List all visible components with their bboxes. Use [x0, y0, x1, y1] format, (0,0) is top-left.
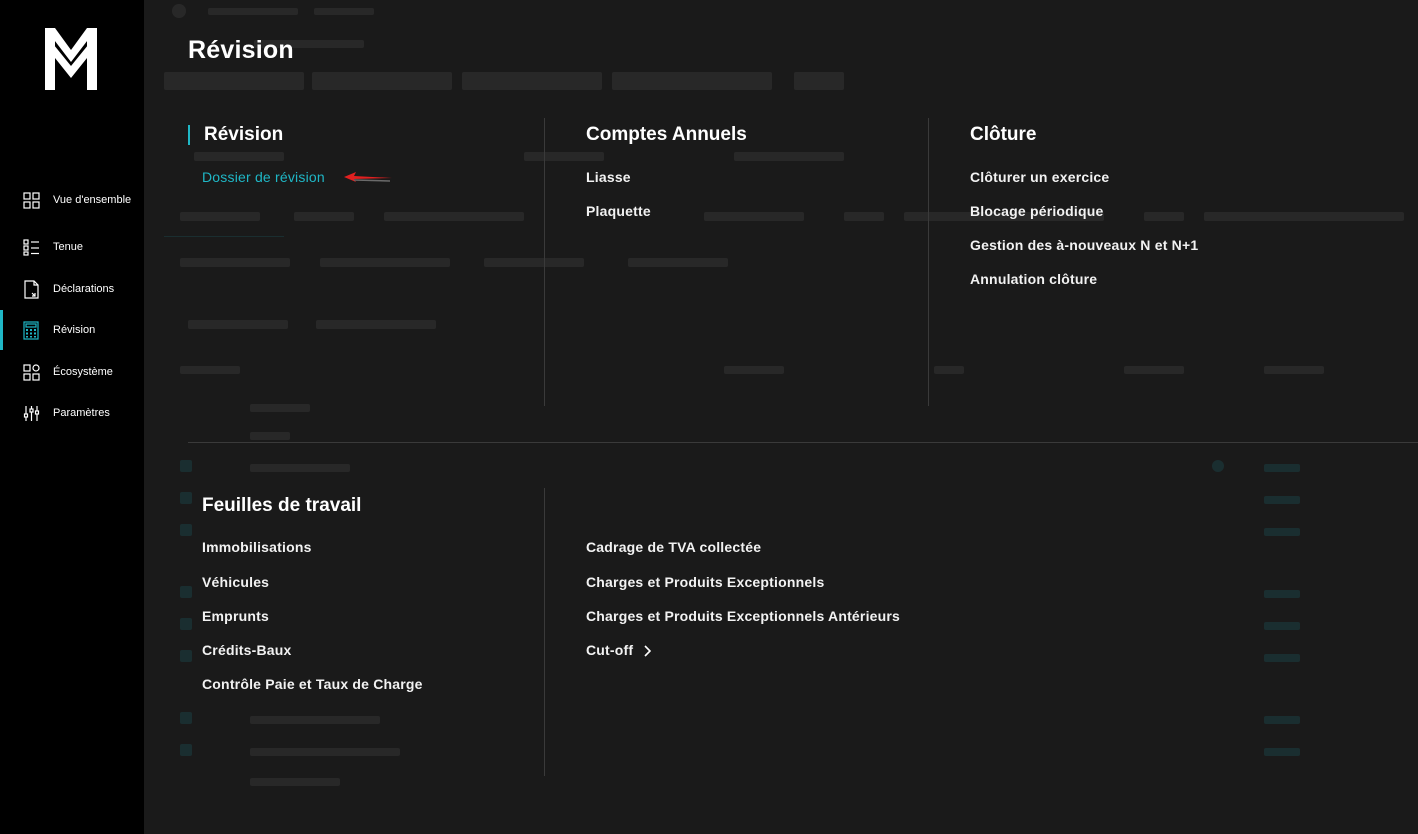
menu-link-vehicules[interactable]: Véhicules: [202, 574, 269, 590]
section-divider: [188, 442, 1418, 443]
menu-link-dossier-revision[interactable]: Dossier de révision: [202, 169, 325, 185]
section-title-comptes-annuels: Comptes Annuels: [586, 124, 747, 145]
document-icon: [22, 279, 40, 299]
column-divider: [544, 118, 545, 406]
menu-link-emprunts[interactable]: Emprunts: [202, 608, 269, 624]
sidebar-item-label: Paramètres: [53, 406, 110, 419]
menu-link-cadrage-tva[interactable]: Cadrage de TVA collectée: [586, 539, 761, 555]
sidebar-item-revision[interactable]: Révision: [0, 310, 144, 350]
app-logo[interactable]: [43, 28, 99, 90]
sliders-icon: [22, 404, 40, 422]
column-divider: [544, 488, 545, 776]
column-divider: [928, 118, 929, 406]
sidebar-item-label: Vue d'ensemble: [53, 193, 132, 206]
sidebar-item-tenue[interactable]: Tenue: [0, 227, 144, 267]
section-title-cloture: Clôture: [970, 124, 1037, 145]
revision-mega-menu: Révision Révision Dossier de révision Co…: [144, 0, 1418, 834]
menu-link-liasse[interactable]: Liasse: [586, 169, 631, 185]
menu-link-cloturer-exercice[interactable]: Clôturer un exercice: [970, 169, 1109, 185]
sidebar-item-parametres[interactable]: Paramètres: [0, 393, 144, 433]
section-title-revision: Révision: [204, 124, 284, 145]
menu-link-charges-produits-anterieurs[interactable]: Charges et Produits Exceptionnels Antéri…: [586, 608, 900, 624]
page-title: Révision: [188, 36, 294, 64]
arrow-pointer-icon: [344, 172, 392, 182]
list-icon: [22, 238, 40, 256]
section-title-feuilles-de-travail: Feuilles de travail: [202, 495, 362, 516]
sidebar-item-declarations[interactable]: Déclarations: [0, 269, 144, 309]
calculator-icon: [22, 320, 40, 340]
menu-link-blocage-periodique[interactable]: Blocage périodique: [970, 203, 1104, 219]
ecosystem-icon: [22, 363, 40, 381]
active-section-indicator: [188, 125, 190, 145]
menu-link-plaquette[interactable]: Plaquette: [586, 203, 651, 219]
sidebar-item-label: Déclarations: [53, 282, 115, 295]
sidebar-item-ecosysteme[interactable]: Écosystème: [0, 352, 144, 392]
menu-link-label: Cut-off: [586, 642, 634, 658]
dashboard-grid-icon: [22, 191, 40, 209]
sidebar: Vue d'ensemble Tenue Déclarations Révisi…: [0, 0, 144, 834]
menu-link-controle-paie[interactable]: Contrôle Paie et Taux de Charge: [202, 676, 423, 692]
menu-link-gestion-a-nouveaux[interactable]: Gestion des à-nouveaux N et N+1: [970, 237, 1198, 253]
sidebar-item-label: Révision: [53, 323, 96, 336]
sidebar-item-label: Écosystème: [53, 365, 113, 378]
chevron-right-icon: [644, 645, 652, 657]
menu-link-charges-produits-exceptionnels[interactable]: Charges et Produits Exceptionnels: [586, 574, 824, 590]
menu-link-immobilisations[interactable]: Immobilisations: [202, 539, 312, 555]
menu-link-cut-off[interactable]: Cut-off: [586, 642, 652, 658]
menu-link-annulation-cloture[interactable]: Annulation clôture: [970, 271, 1097, 287]
menu-link-credits-baux[interactable]: Crédits-Baux: [202, 642, 292, 658]
sidebar-item-label: Tenue: [53, 240, 83, 253]
sidebar-item-vue-ensemble[interactable]: Vue d'ensemble: [0, 180, 144, 220]
